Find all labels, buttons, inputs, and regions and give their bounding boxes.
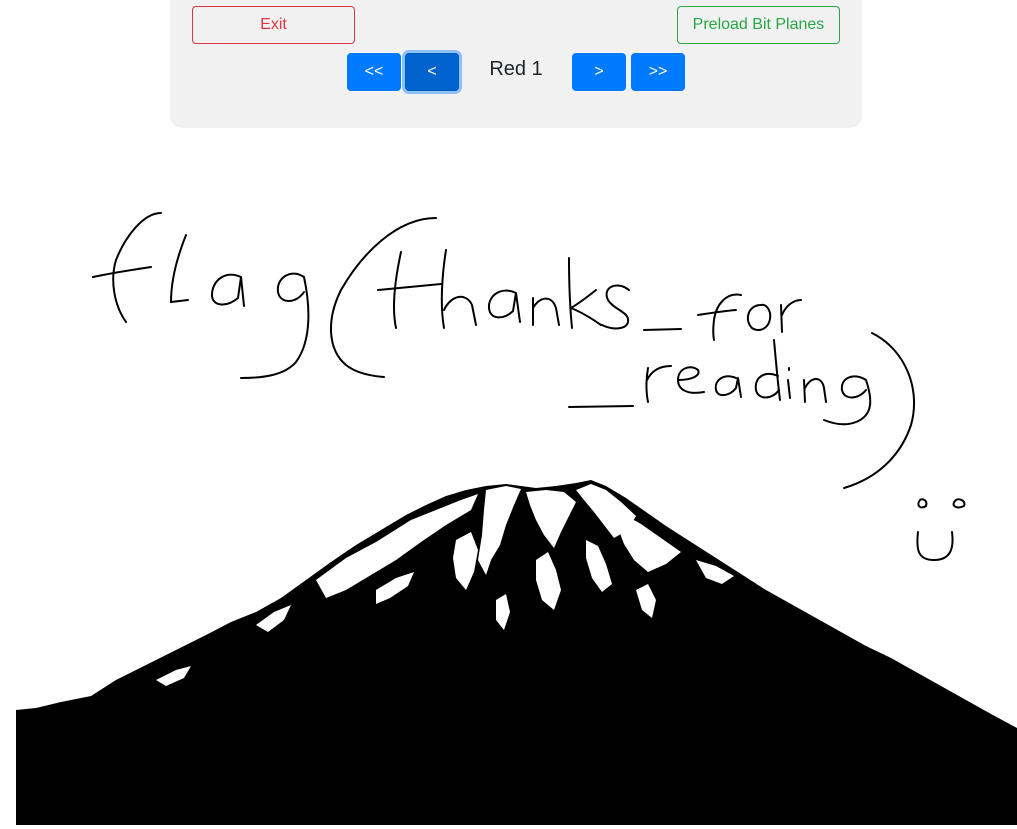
controls-panel: Exit Preload Bit Planes << < Red 1 > >> bbox=[170, 0, 862, 128]
previous-plane-button[interactable]: < bbox=[405, 53, 459, 91]
last-plane-button[interactable]: >> bbox=[631, 53, 685, 91]
exit-button[interactable]: Exit bbox=[192, 6, 355, 44]
bit-plane-image bbox=[16, 180, 1017, 825]
next-plane-button[interactable]: > bbox=[572, 53, 626, 91]
stegsolve-page: Exit Preload Bit Planes << < Red 1 > >> bbox=[0, 0, 1017, 829]
preload-bit-planes-button[interactable]: Preload Bit Planes bbox=[677, 6, 840, 44]
bit-plane-canvas bbox=[16, 180, 1017, 825]
current-plane-label: Red 1 bbox=[489, 58, 543, 80]
first-plane-button[interactable]: << bbox=[347, 53, 401, 91]
